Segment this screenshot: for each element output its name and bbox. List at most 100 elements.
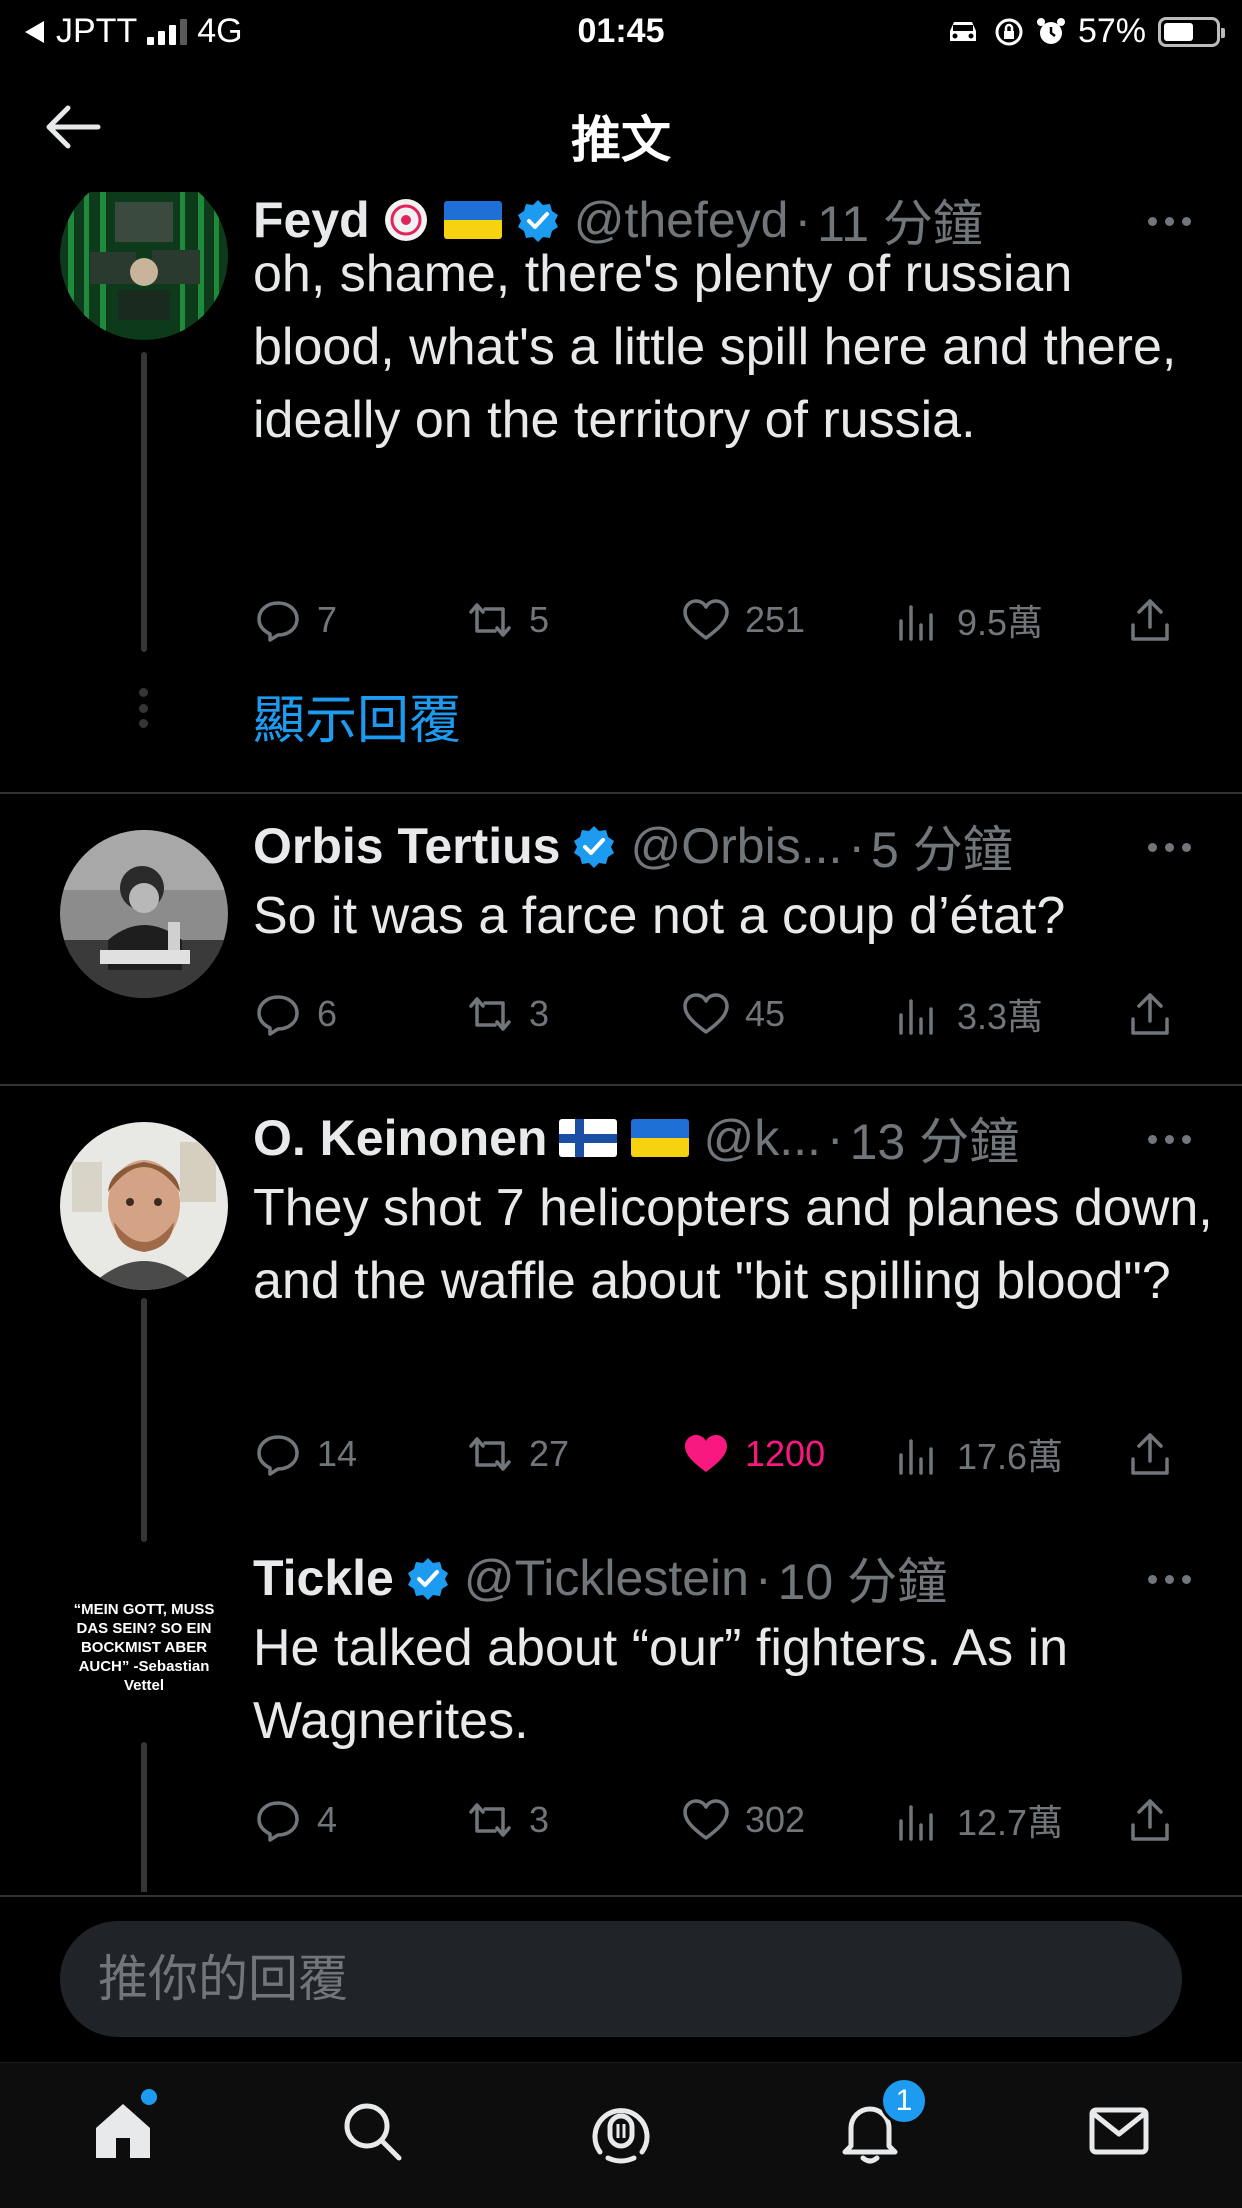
battery-percent: 57% <box>1077 12 1146 50</box>
thread-line <box>141 1298 147 1542</box>
retweet-button[interactable]: 27 <box>465 1424 569 1484</box>
view-count: 17.6萬 <box>957 1436 1064 1477</box>
tweet-actions: 7 5 251 9.5萬 <box>253 590 1193 650</box>
reply-button[interactable]: 4 <box>253 1790 337 1850</box>
more-options-icon[interactable] <box>1148 214 1198 228</box>
avatar[interactable] <box>60 192 228 340</box>
separator-dot: · <box>754 1550 772 1606</box>
tab-messages[interactable] <box>1079 2091 1159 2171</box>
home-icon <box>96 2104 150 2158</box>
views-button[interactable]: 3.3萬 <box>893 984 1043 1044</box>
views-button[interactable]: 9.5萬 <box>893 590 1043 650</box>
retweet-count: 5 <box>529 599 550 640</box>
tab-spaces[interactable] <box>581 2091 661 2171</box>
avatar[interactable] <box>60 1122 228 1290</box>
verified-badge-icon <box>517 200 558 242</box>
share-button[interactable] <box>1125 1790 1175 1850</box>
view-count: 3.3萬 <box>957 996 1044 1037</box>
like-button[interactable]: 302 <box>681 1790 805 1850</box>
tweet-card[interactable]: Orbis Tertius @Orbis... · 5 分鐘 So it was… <box>0 794 1242 1084</box>
tweet-text: They shot 7 helicopters and planes down,… <box>253 1179 1213 1310</box>
timestamp: 10 分鐘 <box>777 1554 948 1610</box>
retweet-button[interactable]: 5 <box>465 590 549 650</box>
heart-icon <box>683 1799 729 1840</box>
heart-icon <box>683 599 729 640</box>
ukraine-flag-icon <box>631 1119 690 1157</box>
handle[interactable]: @Orbis... <box>630 817 842 875</box>
tweet-card[interactable]: “MEIN GOTT, MUSS DAS SEIN? SO EIN BOCKMI… <box>0 1526 1242 1892</box>
retweet-icon <box>469 997 511 1031</box>
new-content-dot <box>141 2089 157 2105</box>
tweet-actions: 4 3 302 12.7萬 <box>253 1790 1193 1850</box>
reply-input[interactable]: 推你的回覆 <box>98 1921 348 2037</box>
reply-composer[interactable]: 推你的回覆 <box>60 1921 1182 2037</box>
mail-icon <box>1089 2107 1149 2155</box>
more-options-icon[interactable] <box>1148 840 1198 854</box>
views-button[interactable]: 12.7萬 <box>893 1790 1063 1850</box>
spaces-icon <box>592 2108 650 2164</box>
alarm-icon <box>1036 17 1065 44</box>
avatar[interactable]: “MEIN GOTT, MUSS DAS SEIN? SO EIN BOCKMI… <box>60 1566 228 1734</box>
tweet-actions: 14 27 1200 17.6萬 <box>253 1424 1193 1484</box>
share-icon <box>1131 1433 1169 1475</box>
share-button[interactable] <box>1125 590 1175 650</box>
views-button[interactable]: 17.6萬 <box>893 1424 1063 1484</box>
reply-count: 4 <box>317 1799 338 1840</box>
separator-dot: · <box>848 818 866 874</box>
more-options-icon[interactable] <box>1148 1572 1198 1586</box>
show-replies-link[interactable]: 顯示回覆 <box>253 678 461 753</box>
retweet-button[interactable]: 3 <box>465 1790 549 1850</box>
tweet-card[interactable]: O. Keinonen @k... · 13 分鐘 They shot 7 he… <box>0 1086 1242 1542</box>
verified-badge-icon <box>407 1558 448 1600</box>
search-icon <box>344 2103 402 2161</box>
like-button[interactable]: 1200 <box>681 1424 825 1484</box>
retweet-count: 3 <box>529 1799 550 1840</box>
reply-count: 6 <box>317 993 338 1034</box>
top-nav: 推文 <box>0 64 1242 192</box>
reply-feed: Feyd @thefeyd · 11 分鐘 oh, shame, there's… <box>0 192 1242 1892</box>
reply-icon <box>257 1435 299 1476</box>
share-button[interactable] <box>1125 984 1175 1044</box>
reply-count: 7 <box>317 599 338 640</box>
display-name[interactable]: Orbis Tertius <box>253 817 560 875</box>
heart-filled-icon <box>685 1435 727 1472</box>
tab-search[interactable] <box>332 2091 412 2171</box>
reply-button[interactable]: 7 <box>253 590 337 650</box>
display-name[interactable]: Tickle <box>253 1549 394 1607</box>
tab-notifications[interactable]: 1 <box>830 2077 928 2171</box>
handle[interactable]: @Ticklestein <box>464 1549 749 1607</box>
share-button[interactable] <box>1125 1424 1175 1484</box>
avatar[interactable] <box>60 830 228 998</box>
tweet-header: Tickle @Ticklestein · 10 分鐘 <box>253 1546 1202 1610</box>
tweet-actions: 6 3 45 3.3萬 <box>253 984 1193 1044</box>
car-icon <box>949 21 976 41</box>
notification-count-badge: 1 <box>880 2077 928 2125</box>
reply-button[interactable]: 6 <box>253 984 337 1044</box>
handle[interactable]: @k... <box>703 1109 820 1167</box>
views-icon <box>899 1805 933 1841</box>
divider <box>0 1895 1242 1897</box>
tweet-text: So it was a farce not a coup d’état? <box>253 887 1066 945</box>
share-icon <box>1131 1799 1169 1841</box>
tweet-text: oh, shame, there's plenty of russian blo… <box>253 245 1177 449</box>
like-button[interactable]: 45 <box>681 984 785 1044</box>
ukraine-flag-icon <box>443 201 502 239</box>
page-title: 推文 <box>571 112 671 168</box>
more-options-icon[interactable] <box>1148 1132 1198 1146</box>
like-count: 1200 <box>745 1433 826 1474</box>
timestamp: 5 分鐘 <box>871 822 1013 878</box>
display-name[interactable]: O. Keinonen <box>253 1109 547 1167</box>
views-icon <box>899 1439 933 1475</box>
thread-dots <box>139 688 149 728</box>
tweet-header: Orbis Tertius @Orbis... · 5 分鐘 <box>253 814 1202 878</box>
retweet-count: 27 <box>529 1433 570 1474</box>
reply-button[interactable]: 14 <box>253 1424 357 1484</box>
views-icon <box>899 999 933 1035</box>
retweet-button[interactable]: 3 <box>465 984 549 1044</box>
finland-flag-icon <box>559 1119 618 1157</box>
reply-icon <box>257 995 299 1036</box>
tab-home[interactable] <box>83 2089 163 2171</box>
like-button[interactable]: 251 <box>681 590 805 650</box>
reply-count: 14 <box>317 1433 358 1474</box>
like-count: 302 <box>745 1799 806 1840</box>
